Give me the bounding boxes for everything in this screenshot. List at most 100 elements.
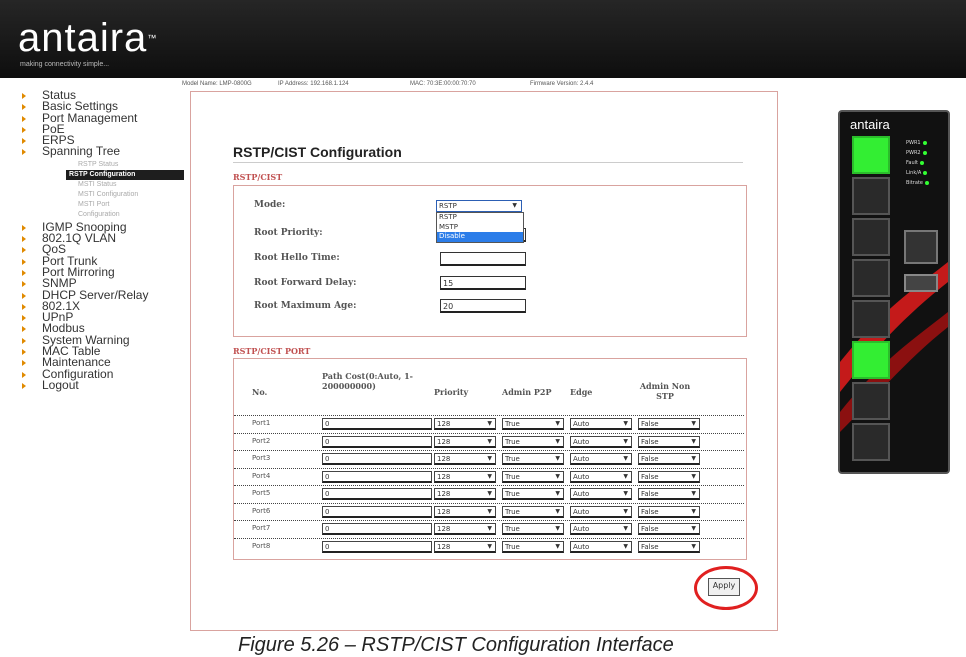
admin-p2p-select[interactable]: True ▼ xyxy=(502,435,564,448)
chevron-down-icon: ▼ xyxy=(555,490,560,497)
device-info-bar: Model Name: LMP-0800G IP Address: 192.16… xyxy=(180,78,786,91)
chevron-down-icon: ▼ xyxy=(623,525,628,532)
device-ethernet-port xyxy=(852,382,890,420)
priority-select[interactable]: 128 ▼ xyxy=(434,540,496,553)
path-cost-input[interactable]: 0 xyxy=(322,488,432,500)
chevron-down-icon: ▼ xyxy=(691,542,696,550)
path-cost-input[interactable]: 0 xyxy=(322,470,432,483)
sidebar-item-spanning-tree[interactable]: Spanning Tree xyxy=(20,145,180,158)
mode-option-mstp[interactable]: MSTP xyxy=(437,223,523,233)
device-logo: antaira xyxy=(850,117,890,132)
submenu-item-rstp-configuration[interactable]: RSTP Configuration xyxy=(66,169,184,180)
edge-select[interactable]: Auto ▼ xyxy=(570,470,632,483)
edge-select[interactable]: Auto ▼ xyxy=(570,540,632,553)
apply-button[interactable]: Apply xyxy=(708,578,740,596)
col-header-edge: Edge xyxy=(570,387,593,397)
admin-p2p-select-value: True xyxy=(505,472,520,481)
submenu-item-configuration[interactable]: Configuration xyxy=(66,210,184,220)
edge-select[interactable]: Auto ▼ xyxy=(570,418,632,430)
priority-select[interactable]: 128 ▼ xyxy=(434,488,496,500)
root-forward-delay-label: Root Forward Delay: xyxy=(254,278,357,288)
admin-non-stp-select-value: False xyxy=(641,525,659,533)
chevron-down-icon: ▼ xyxy=(487,420,492,427)
path-cost-input[interactable]: 0 xyxy=(322,505,432,518)
path-cost-input-value: 0 xyxy=(325,455,330,463)
priority-select[interactable]: 128 ▼ xyxy=(434,523,496,535)
port-name: Port7 xyxy=(252,524,271,532)
priority-select-value: 128 xyxy=(437,490,451,498)
priority-select[interactable]: 128 ▼ xyxy=(434,453,496,465)
device-led-label: PWR2 xyxy=(906,150,927,156)
nav-top-list: Status Basic Settings Port Management PoE ER… xyxy=(20,89,180,158)
submenu-item-rstp-status[interactable]: RSTP Status xyxy=(66,160,184,170)
path-cost-input[interactable]: 0 xyxy=(322,523,432,535)
root-max-age-input[interactable]: 20 xyxy=(440,299,526,313)
admin-non-stp-select[interactable]: False ▼ xyxy=(638,470,700,483)
mode-option-disable[interactable]: Disable xyxy=(437,232,523,242)
edge-select[interactable]: Auto ▼ xyxy=(570,435,632,448)
port-name: Port4 xyxy=(252,471,271,480)
title-divider xyxy=(233,162,743,163)
col-header-admin-non-stp: Admin Non STP xyxy=(639,381,691,401)
admin-non-stp-select[interactable]: False ▼ xyxy=(638,505,700,518)
edge-select[interactable]: Auto ▼ xyxy=(570,488,632,500)
table-row: Port8 0 128 ▼ True ▼ Auto ▼ False ▼ xyxy=(234,537,744,555)
root-hello-time-input[interactable] xyxy=(440,252,526,266)
chevron-down-icon: ▼ xyxy=(487,542,492,550)
priority-select[interactable]: 128 ▼ xyxy=(434,418,496,430)
submenu-item-msti-port[interactable]: MSTI Port xyxy=(66,200,184,210)
admin-p2p-select[interactable]: True ▼ xyxy=(502,453,564,465)
mode-select[interactable]: RSTP ▼ xyxy=(436,200,522,212)
submenu-item-msti-configuration[interactable]: MSTI Configuration xyxy=(66,190,184,200)
submenu-item-msti-status[interactable]: MSTI Status xyxy=(66,180,184,190)
priority-select[interactable]: 128 ▼ xyxy=(434,435,496,448)
edge-select[interactable]: Auto ▼ xyxy=(570,505,632,518)
col-header-path-cost: Path Cost(0:Auto, 1-200000000) xyxy=(322,371,413,391)
admin-non-stp-select[interactable]: False ▼ xyxy=(638,488,700,500)
edge-select[interactable]: Auto ▼ xyxy=(570,453,632,465)
admin-p2p-select[interactable]: True ▼ xyxy=(502,470,564,483)
root-forward-delay-input[interactable]: 15 xyxy=(440,276,526,290)
admin-non-stp-select-value: False xyxy=(641,437,659,446)
mode-option-rstp[interactable]: RSTP xyxy=(437,213,523,223)
admin-non-stp-select[interactable]: False ▼ xyxy=(638,523,700,535)
admin-non-stp-select[interactable]: False ▼ xyxy=(638,418,700,430)
edge-select[interactable]: Auto ▼ xyxy=(570,523,632,535)
root-max-age-label: Root Maximum Age: xyxy=(254,301,357,311)
sidebar-item-logout[interactable]: Logout xyxy=(20,379,180,391)
logo-tagline: making connectivity simple... xyxy=(20,61,110,68)
edge-select-value: Auto xyxy=(573,525,590,533)
path-cost-input[interactable]: 0 xyxy=(322,418,432,430)
chevron-down-icon: ▼ xyxy=(691,455,696,462)
path-cost-input[interactable]: 0 xyxy=(322,540,432,553)
admin-p2p-select[interactable]: True ▼ xyxy=(502,523,564,535)
admin-p2p-select[interactable]: True ▼ xyxy=(502,540,564,553)
port-name: Port6 xyxy=(252,506,271,515)
priority-select-value: 128 xyxy=(437,420,451,428)
admin-non-stp-select[interactable]: False ▼ xyxy=(638,540,700,553)
priority-select-value: 128 xyxy=(437,472,451,481)
firmware-version: Firmware Version: 2.4.4 xyxy=(530,81,594,87)
admin-non-stp-select[interactable]: False ▼ xyxy=(638,435,700,448)
path-cost-input[interactable]: 0 xyxy=(322,453,432,465)
admin-p2p-select[interactable]: True ▼ xyxy=(502,418,564,430)
figure-caption: Figure 5.26 – RSTP/CIST Configuration In… xyxy=(238,634,674,656)
switch-device-graphic: antaira PWR1 PWR2 Fault Link/A Bitrate xyxy=(838,110,950,474)
chevron-down-icon: ▼ xyxy=(623,455,628,462)
sidebar-nav: Status Basic Settings Port Management PoE ER… xyxy=(20,89,184,391)
admin-p2p-select[interactable]: True ▼ xyxy=(502,488,564,500)
admin-p2p-select[interactable]: True ▼ xyxy=(502,505,564,518)
device-ethernet-port xyxy=(852,341,890,379)
priority-select-value: 128 xyxy=(437,455,451,463)
admin-non-stp-select-value: False xyxy=(641,542,659,551)
led-indicator-icon xyxy=(924,180,929,185)
admin-non-stp-select[interactable]: False ▼ xyxy=(638,453,700,465)
priority-select[interactable]: 128 ▼ xyxy=(434,470,496,483)
priority-select[interactable]: 128 ▼ xyxy=(434,505,496,518)
mac-address: MAC: 70:3E:00:00:70:70 xyxy=(410,81,476,87)
path-cost-input[interactable]: 0 xyxy=(322,435,432,448)
path-cost-input-value: 0 xyxy=(325,507,330,516)
device-ethernet-port xyxy=(852,136,890,174)
priority-select-value: 128 xyxy=(437,525,451,533)
edge-select-value: Auto xyxy=(573,490,590,498)
